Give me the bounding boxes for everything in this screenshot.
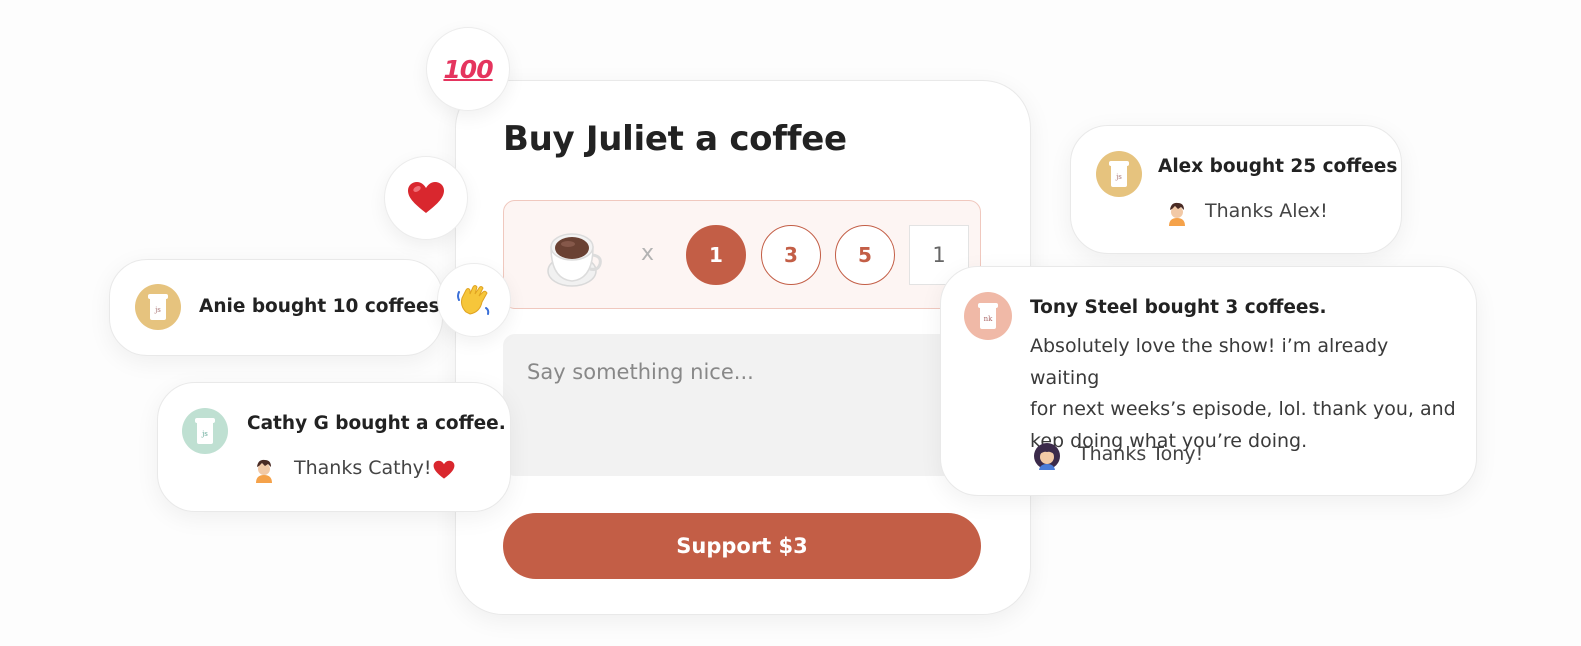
svg-text:js: js — [1115, 173, 1122, 181]
wave-reaction-bubble — [437, 263, 511, 337]
coffee-cup-avatar-icon: js — [182, 408, 228, 454]
tony-notification: nk Tony Steel bought 3 coffees. Absolute… — [940, 266, 1477, 496]
coffee-cup-icon — [547, 233, 602, 287]
quantity-5-button[interactable]: 5 — [835, 225, 895, 285]
tony-message: Absolutely love the show! i’m already wa… — [1030, 331, 1460, 457]
creator-avatar-icon — [1034, 443, 1060, 470]
cathy-reply-text: Thanks Cathy! — [294, 457, 432, 479]
hundred-reaction-bubble: 100 — [426, 27, 510, 111]
multiplier-label: x — [641, 241, 655, 266]
message-input[interactable]: Say something nice... — [503, 334, 981, 476]
alex-notification-title: Alex bought 25 coffees — [1158, 156, 1398, 177]
svg-text:js: js — [154, 306, 161, 314]
heart-icon — [433, 460, 455, 479]
tony-message-line: for next weeks’s episode, lol. thank you… — [1030, 398, 1456, 420]
quantity-selector: x 1 3 5 1 — [503, 200, 981, 309]
coffee-cup-avatar-icon: nk — [964, 292, 1012, 340]
svg-text:nk: nk — [984, 315, 994, 323]
cathy-notification: js Cathy G bought a coffee. Thanks Cathy… — [157, 382, 511, 512]
hundred-icon: 100 — [443, 54, 493, 84]
alex-notification: js Alex bought 25 coffees Thanks Alex! — [1070, 125, 1402, 254]
heart-reaction-bubble — [384, 156, 468, 240]
svg-text:js: js — [201, 430, 208, 438]
support-button[interactable]: Support $3 — [503, 513, 981, 579]
quantity-3-button[interactable]: 3 — [761, 225, 821, 285]
heart-icon — [408, 182, 444, 213]
card-title: Buy Juliet a coffee — [503, 119, 847, 159]
anie-notification: js Anie bought 10 coffees — [109, 259, 443, 356]
creator-avatar-icon — [256, 459, 272, 483]
coffee-cup-avatar-icon: js — [135, 284, 181, 330]
anie-notification-title: Anie bought 10 coffees — [199, 296, 440, 317]
tony-notification-title: Tony Steel bought 3 coffees. — [1030, 297, 1327, 318]
quantity-1-button[interactable]: 1 — [686, 225, 746, 285]
coffee-cup-avatar-icon: js — [1096, 151, 1142, 197]
tony-message-line: Absolutely love the show! i’m already wa… — [1030, 335, 1389, 389]
creator-avatar-icon — [1169, 202, 1185, 226]
waving-hand-icon — [457, 285, 490, 315]
cathy-notification-title: Cathy G bought a coffee. — [247, 413, 506, 434]
alex-reply-text: Thanks Alex! — [1205, 200, 1328, 222]
tony-reply-text: Thanks Tony! — [1078, 443, 1204, 465]
